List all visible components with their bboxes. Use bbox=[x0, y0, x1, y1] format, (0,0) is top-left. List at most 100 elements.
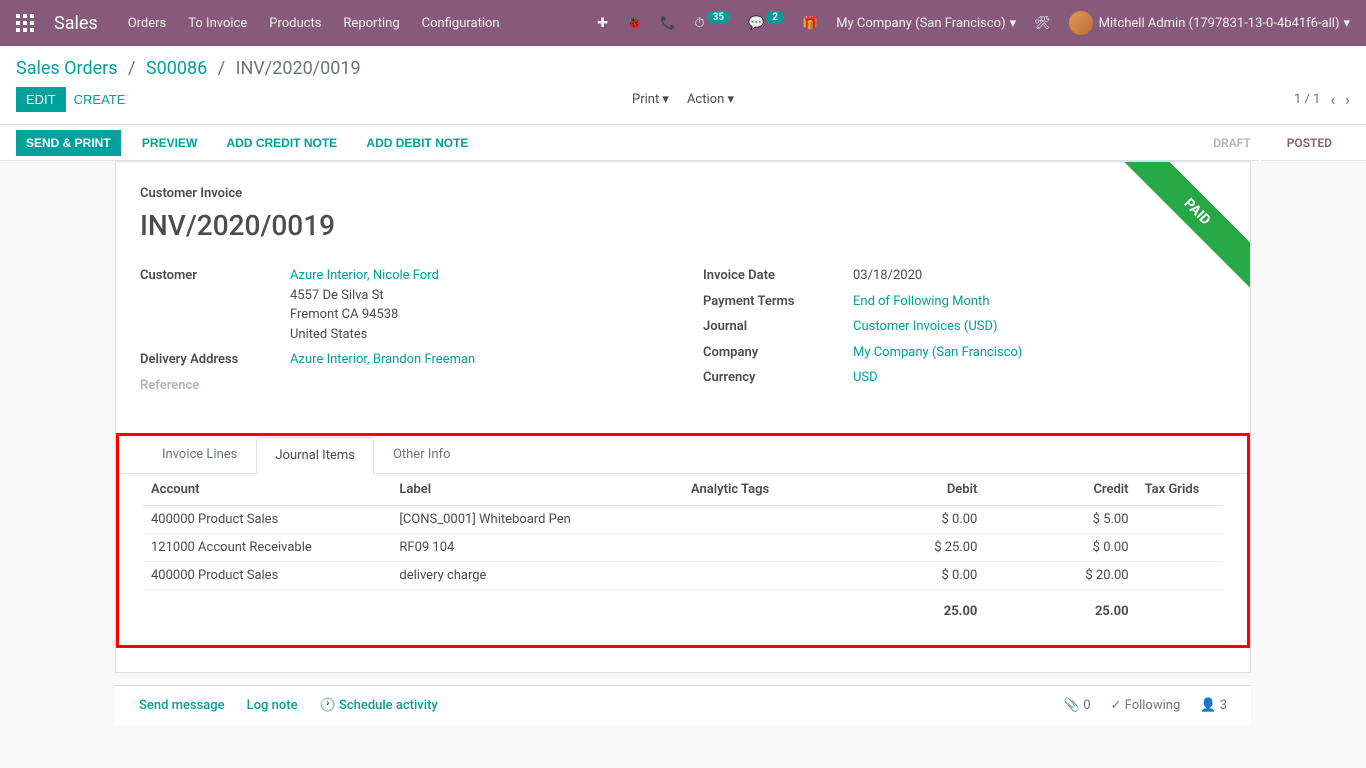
bug-icon[interactable]: 🐞 bbox=[626, 16, 642, 31]
chevron-down-icon: ▾ bbox=[1343, 16, 1350, 31]
tab-other-info[interactable]: Other Info bbox=[374, 436, 470, 473]
th-label[interactable]: Label bbox=[391, 474, 683, 506]
menu-to-invoice[interactable]: To Invoice bbox=[188, 16, 247, 31]
reference-label: Reference bbox=[140, 376, 290, 396]
journal-items-table: Account Label Analytic Tags Debit Credit… bbox=[143, 474, 1223, 625]
apps-icon[interactable] bbox=[16, 14, 34, 32]
navbar-right: ✚ 🐞 📞 ⏱35 💬2 🎁 My Company (San Francisco… bbox=[597, 11, 1350, 35]
tab-journal-items[interactable]: Journal Items bbox=[256, 437, 374, 474]
attachments-button[interactable]: 📎 0 bbox=[1064, 698, 1091, 713]
actions-row: EDIT CREATE Print ▾ Action ▾ 1 / 1 ‹ › bbox=[0, 79, 1366, 124]
following-label: Following bbox=[1125, 698, 1181, 713]
statusbar: SEND & PRINT PREVIEW ADD CREDIT NOTE ADD… bbox=[0, 125, 1366, 161]
cell-account: 400000 Product Sales bbox=[143, 506, 391, 534]
control-panel: Sales Orders / S00086 / INV/2020/0019 ED… bbox=[0, 46, 1366, 125]
action-dropdown[interactable]: Action ▾ bbox=[687, 92, 734, 107]
total-debit: 25.00 bbox=[834, 590, 985, 626]
print-dropdown[interactable]: Print ▾ bbox=[632, 92, 669, 107]
edit-button[interactable]: EDIT bbox=[16, 87, 66, 112]
th-credit[interactable]: Credit bbox=[985, 474, 1136, 506]
tab-invoice-lines[interactable]: Invoice Lines bbox=[143, 436, 256, 473]
cell-debit: $ 25.00 bbox=[834, 534, 985, 562]
journal-link[interactable]: Customer Invoices (USD) bbox=[853, 319, 998, 334]
breadcrumb-root[interactable]: Sales Orders bbox=[16, 58, 118, 79]
followers-count: 3 bbox=[1220, 698, 1227, 713]
pager-next-icon[interactable]: › bbox=[1345, 90, 1350, 109]
chatter: Send message Log note 🕐 Schedule activit… bbox=[115, 685, 1251, 725]
add-credit-note-button[interactable]: ADD CREDIT NOTE bbox=[219, 131, 346, 155]
breadcrumb: Sales Orders / S00086 / INV/2020/0019 bbox=[0, 46, 1366, 79]
th-debit[interactable]: Debit bbox=[834, 474, 985, 506]
breadcrumb-parent[interactable]: S00086 bbox=[146, 58, 207, 79]
pager-prev-icon[interactable]: ‹ bbox=[1330, 90, 1335, 109]
payment-terms-link[interactable]: End of Following Month bbox=[853, 294, 989, 309]
phone-icon[interactable]: 📞 bbox=[660, 16, 676, 31]
add-debit-note-button[interactable]: ADD DEBIT NOTE bbox=[358, 131, 476, 155]
cell-account: 400000 Product Sales bbox=[143, 562, 391, 590]
cell-credit: $ 20.00 bbox=[985, 562, 1136, 590]
table-row[interactable]: 121000 Account Receivable RF09 104 $ 25.… bbox=[143, 534, 1223, 562]
discuss-badge: 2 bbox=[766, 11, 784, 24]
status-posted[interactable]: POSTED bbox=[1269, 128, 1350, 158]
breadcrumb-sep: / bbox=[218, 58, 225, 79]
gift-icon[interactable]: 🎁 bbox=[802, 16, 818, 31]
company-selector[interactable]: My Company (San Francisco) ▾ bbox=[836, 16, 1016, 31]
menu-products[interactable]: Products bbox=[269, 16, 321, 31]
print-label: Print bbox=[632, 92, 659, 107]
table-row[interactable]: 400000 Product Sales [CONS_0001] Whitebo… bbox=[143, 506, 1223, 534]
menu-configuration[interactable]: Configuration bbox=[422, 16, 500, 31]
avatar bbox=[1069, 11, 1093, 35]
following-button[interactable]: ✓ Following bbox=[1111, 698, 1181, 713]
form-sheet: PAID Customer Invoice INV/2020/0019 Cust… bbox=[115, 161, 1251, 673]
delivery-link[interactable]: Azure Interior, Brandon Freeman bbox=[290, 352, 475, 367]
th-account[interactable]: Account bbox=[143, 474, 391, 506]
user-name: Mitchell Admin (1797831-13-0-4b41f6-all) bbox=[1099, 16, 1340, 31]
company-link[interactable]: My Company (San Francisco) bbox=[853, 345, 1022, 360]
total-credit: 25.00 bbox=[985, 590, 1136, 626]
payment-terms-label: Payment Terms bbox=[703, 292, 853, 312]
table-row[interactable]: 400000 Product Sales delivery charge $ 0… bbox=[143, 562, 1223, 590]
user-menu[interactable]: Mitchell Admin (1797831-13-0-4b41f6-all)… bbox=[1069, 11, 1350, 35]
debug-icon[interactable]: 🛠 bbox=[1034, 16, 1051, 31]
breadcrumb-sep: / bbox=[128, 58, 135, 79]
send-print-button[interactable]: SEND & PRINT bbox=[16, 130, 121, 156]
customer-link[interactable]: Azure Interior, Nicole Ford bbox=[290, 268, 439, 283]
cell-credit: $ 5.00 bbox=[985, 506, 1136, 534]
menu-reporting[interactable]: Reporting bbox=[343, 16, 399, 31]
th-tax-grids[interactable]: Tax Grids bbox=[1137, 474, 1223, 506]
menu-orders[interactable]: Orders bbox=[128, 16, 167, 31]
invoice-type-label: Customer Invoice bbox=[140, 186, 1226, 201]
currency-label: Currency bbox=[703, 368, 853, 388]
cell-debit: $ 0.00 bbox=[834, 506, 985, 534]
schedule-activity-button[interactable]: 🕐 Schedule activity bbox=[320, 698, 438, 713]
plus-icon[interactable]: ✚ bbox=[597, 16, 608, 31]
main-menu: Orders To Invoice Products Reporting Con… bbox=[128, 16, 597, 31]
customer-addr3: United States bbox=[290, 327, 367, 342]
cell-debit: $ 0.00 bbox=[834, 562, 985, 590]
brand-title[interactable]: Sales bbox=[54, 13, 98, 34]
chevron-down-icon: ▾ bbox=[1010, 16, 1017, 31]
log-note-button[interactable]: Log note bbox=[247, 698, 298, 713]
invoice-number: INV/2020/0019 bbox=[140, 209, 1226, 242]
customer-addr1: 4557 De Silva St bbox=[290, 288, 384, 303]
top-navbar: Sales Orders To Invoice Products Reporti… bbox=[0, 0, 1366, 46]
journal-items-panel: Invoice Lines Journal Items Other Info A… bbox=[116, 433, 1250, 648]
company-name: My Company (San Francisco) bbox=[836, 16, 1005, 31]
schedule-label: Schedule activity bbox=[339, 698, 438, 713]
cell-label: [CONS_0001] Whiteboard Pen bbox=[391, 506, 683, 534]
followers-button[interactable]: 👤 3 bbox=[1200, 698, 1227, 713]
status-draft[interactable]: DRAFT bbox=[1195, 128, 1269, 158]
breadcrumb-current: INV/2020/0019 bbox=[236, 58, 361, 79]
currency-link[interactable]: USD bbox=[853, 370, 878, 385]
discuss-icon[interactable]: 💬2 bbox=[748, 16, 784, 31]
table-totals-row: 25.00 25.00 bbox=[143, 590, 1223, 626]
th-analytic[interactable]: Analytic Tags bbox=[683, 474, 834, 506]
pager-text: 1 / 1 bbox=[1294, 92, 1320, 107]
create-button[interactable]: CREATE bbox=[66, 87, 134, 112]
send-message-button[interactable]: Send message bbox=[139, 698, 225, 713]
customer-addr2: Fremont CA 94538 bbox=[290, 307, 398, 322]
cell-credit: $ 0.00 bbox=[985, 534, 1136, 562]
activity-icon[interactable]: ⏱35 bbox=[694, 16, 730, 31]
tabs: Invoice Lines Journal Items Other Info bbox=[119, 436, 1247, 474]
preview-button[interactable]: PREVIEW bbox=[134, 131, 205, 155]
